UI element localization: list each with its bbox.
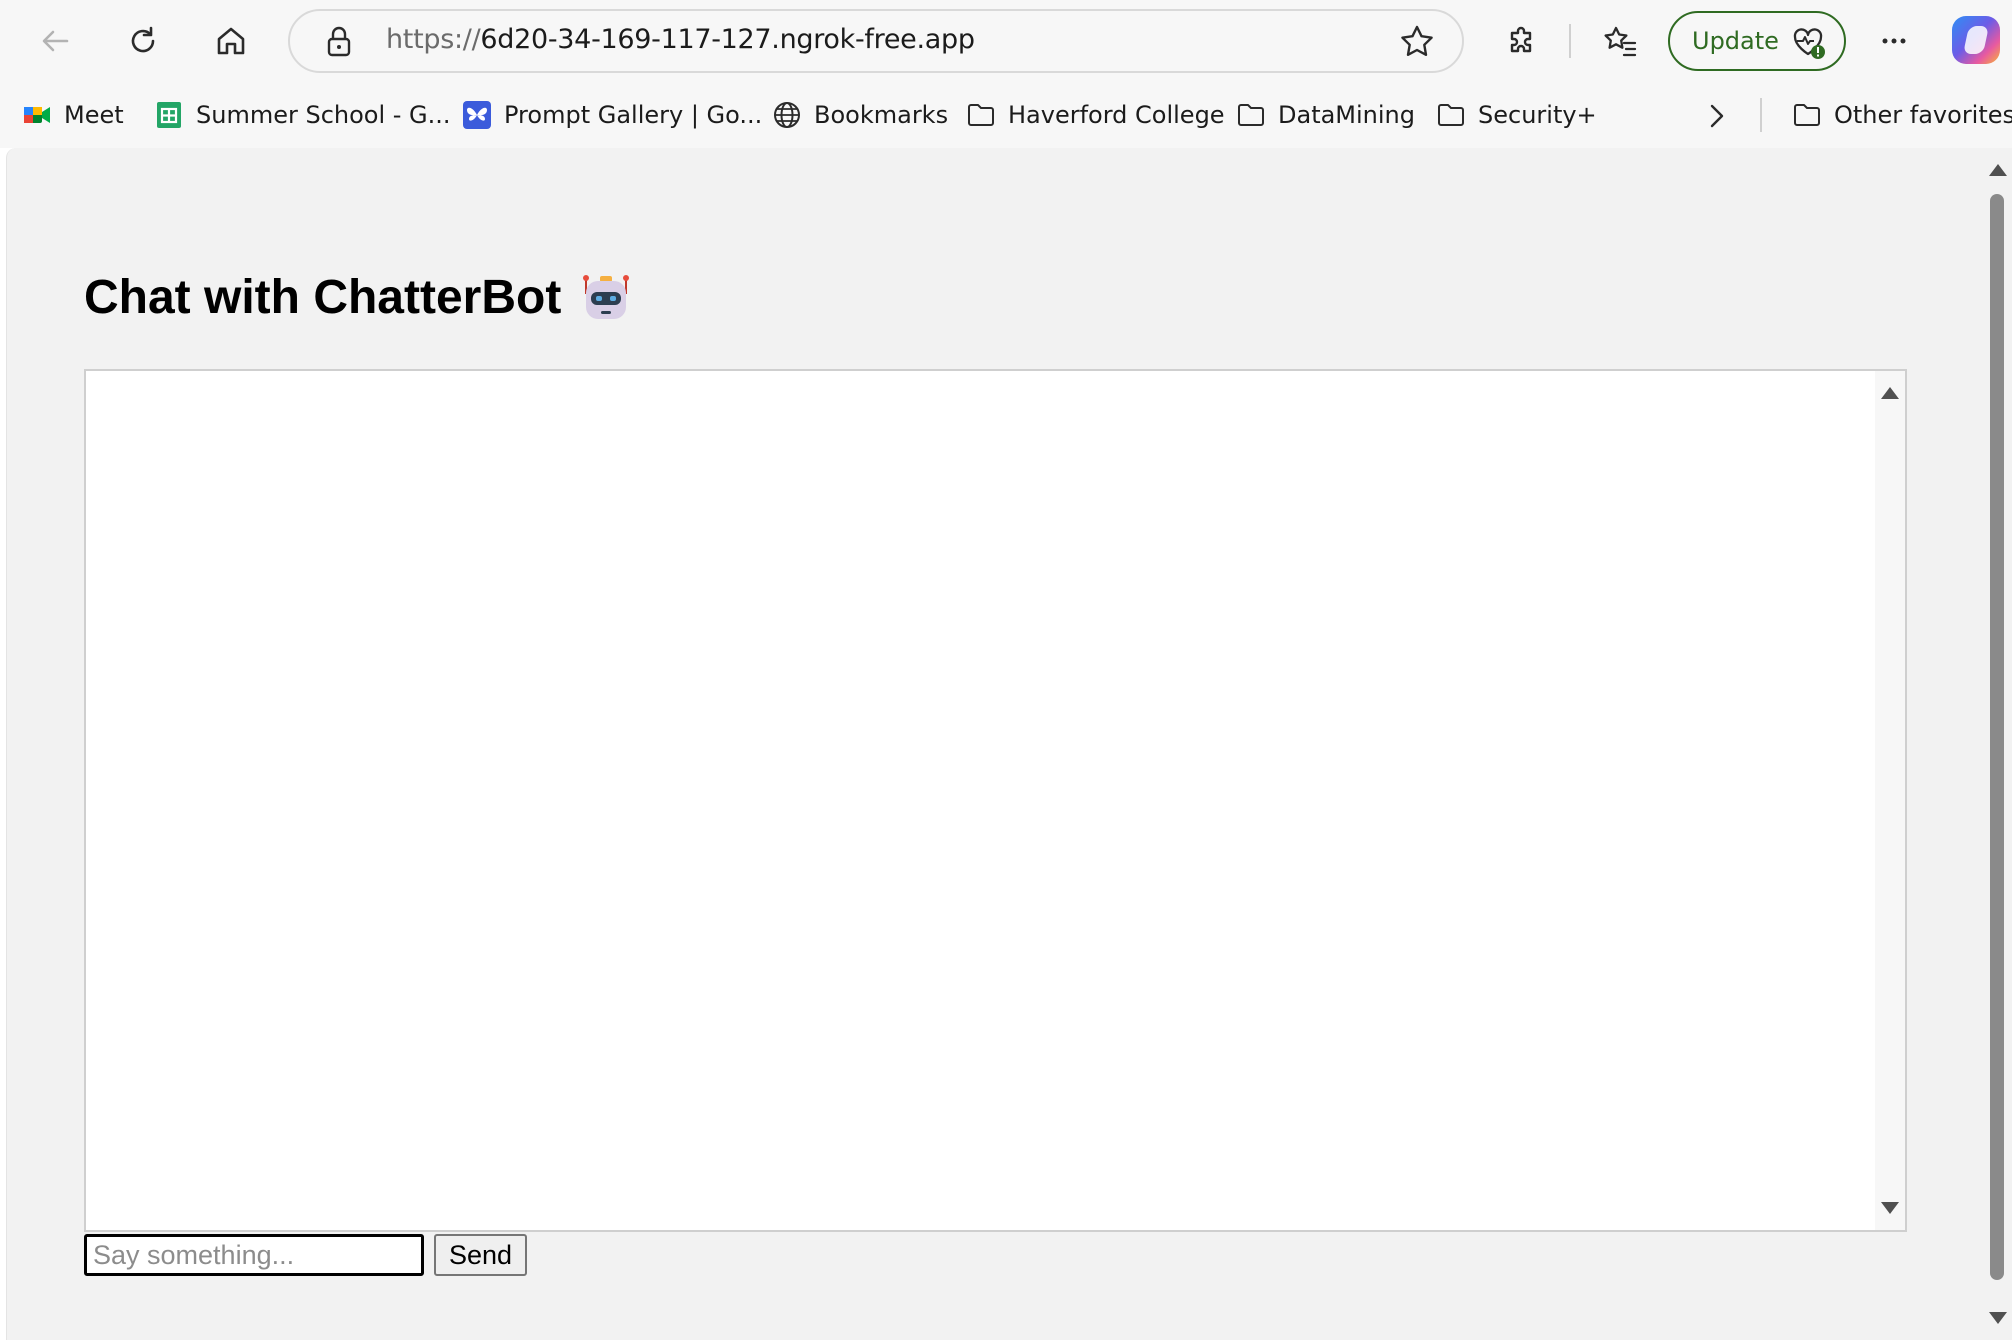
home-icon <box>217 27 245 55</box>
favorite-security-plus[interactable]: Security+ <box>1436 94 1597 136</box>
extensions-button[interactable] <box>1494 13 1550 69</box>
chevron-right-icon <box>1710 104 1724 128</box>
favorite-label: Security+ <box>1478 101 1597 129</box>
scroll-up-arrow[interactable] <box>1881 387 1899 399</box>
meet-icon <box>22 100 52 130</box>
scroll-down-arrow[interactable] <box>1881 1202 1899 1214</box>
folder-icon <box>966 100 996 130</box>
address-bar[interactable]: https://6d20-34-169-117-127.ngrok-free.a… <box>288 9 1464 73</box>
favorites-button[interactable] <box>1592 13 1648 69</box>
folder-icon <box>1792 100 1822 130</box>
star-icon[interactable] <box>1398 23 1436 61</box>
chat-log[interactable] <box>84 369 1907 1232</box>
back-icon <box>42 30 69 52</box>
favorites-icon <box>1604 26 1637 57</box>
folder-icon <box>1436 100 1466 130</box>
page-title-text: Chat with ChatterBot <box>84 271 562 324</box>
favorite-prompt-gallery[interactable]: Prompt Gallery | Go... <box>462 94 762 136</box>
favorite-label: Summer School - G... <box>196 101 451 129</box>
favorite-label: Other favorites <box>1834 101 2012 129</box>
page-title: Chat with ChatterBot <box>84 270 631 325</box>
back-button[interactable] <box>27 13 83 69</box>
favorites-overflow-button[interactable] <box>1696 96 1736 136</box>
update-button[interactable]: Update <box>1668 11 1846 71</box>
message-input[interactable] <box>84 1234 424 1276</box>
favorite-datamining[interactable]: DataMining <box>1236 94 1415 136</box>
favorite-meet[interactable]: Meet <box>22 94 124 136</box>
butterfly-icon <box>462 100 492 130</box>
globe-icon <box>772 100 802 130</box>
refresh-icon <box>131 26 155 53</box>
page-scroll-down-arrow[interactable] <box>1989 1312 2007 1324</box>
page-scroll-up-arrow[interactable] <box>1989 164 2007 176</box>
toolbar-divider <box>1569 24 1571 58</box>
favorite-label: Prompt Gallery | Go... <box>504 101 763 129</box>
home-button[interactable] <box>203 13 259 69</box>
url-scheme: https:// <box>386 24 481 55</box>
page-scroll-thumb[interactable] <box>1990 194 2004 1280</box>
more-button[interactable] <box>1866 13 1922 69</box>
favorite-label: Bookmarks <box>814 101 949 129</box>
lock-icon[interactable] <box>322 25 356 59</box>
favorite-label: Meet <box>64 101 124 129</box>
update-label: Update <box>1692 27 1779 55</box>
send-button[interactable]: Send <box>434 1234 527 1276</box>
browser-toolbar: https://6d20-34-169-117-127.ngrok-free.a… <box>0 0 2012 82</box>
sheets-icon <box>154 100 184 130</box>
favorite-label: DataMining <box>1278 101 1416 129</box>
favorite-bookmarks[interactable]: Bookmarks <box>772 94 948 136</box>
favorite-label: Haverford College <box>1008 101 1225 129</box>
favorite-other-favorites[interactable]: Other favorites <box>1792 94 2012 136</box>
copilot-icon[interactable] <box>1952 16 2000 64</box>
favorites-bar: Meet Summer School - G... Prompt Gallery… <box>0 82 2012 148</box>
more-icon <box>1882 38 1906 44</box>
favorite-summer-school[interactable]: Summer School - G... <box>154 94 451 136</box>
robot-icon <box>581 272 631 324</box>
heart-pulse-icon <box>1793 28 1825 59</box>
favorite-haverford-college[interactable]: Haverford College <box>966 94 1225 136</box>
extensions-icon <box>1510 26 1532 53</box>
favorites-divider <box>1760 98 1762 132</box>
refresh-button[interactable] <box>115 13 171 69</box>
url-text[interactable]: https://6d20-34-169-117-127.ngrok-free.a… <box>386 24 975 55</box>
folder-icon <box>1236 100 1266 130</box>
chat-scrollbar[interactable] <box>1875 371 1905 1230</box>
url-host: 6d20-34-169-117-127.ngrok-free.app <box>480 24 975 55</box>
page-scrollbar[interactable] <box>1986 148 2012 1340</box>
